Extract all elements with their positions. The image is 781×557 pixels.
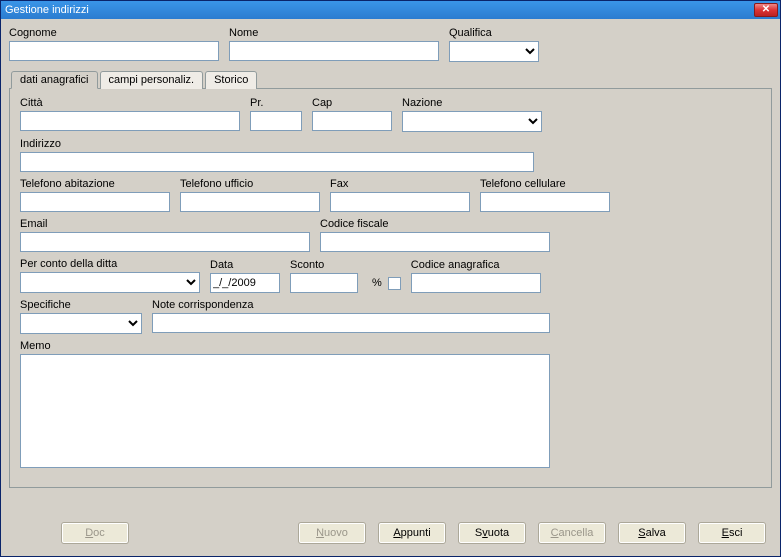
window-title: Gestione indirizzi (5, 4, 754, 16)
tab-dati-anagrafici[interactable]: dati anagrafici (11, 71, 98, 89)
titlebar: Gestione indirizzi ✕ (1, 1, 780, 19)
note-corrispondenza-label: Note corrispondenza (152, 299, 550, 311)
nuovo-button[interactable]: Nuovo (298, 522, 366, 544)
note-corrispondenza-input[interactable] (152, 313, 550, 333)
citta-input[interactable] (20, 111, 240, 131)
memo-label: Memo (20, 340, 550, 352)
data-input[interactable] (210, 273, 280, 293)
specifiche-select[interactable] (20, 313, 142, 334)
cap-label: Cap (312, 97, 392, 109)
codice-anagrafica-label: Codice anagrafica (411, 259, 541, 271)
sconto-percent-label: % (372, 277, 382, 289)
nome-input[interactable] (229, 41, 439, 61)
cognome-label: Cognome (9, 27, 219, 39)
fax-input[interactable] (330, 192, 470, 212)
memo-textarea[interactable] (20, 354, 550, 468)
ditta-select[interactable] (20, 272, 200, 293)
citta-label: Città (20, 97, 240, 109)
client-area: Cognome Nome Qualifica dati anagrafici c… (1, 19, 780, 516)
nazione-label: Nazione (402, 97, 542, 109)
tel-ufficio-input[interactable] (180, 192, 320, 212)
codice-fiscale-label: Codice fiscale (320, 218, 550, 230)
codice-fiscale-input[interactable] (320, 232, 550, 252)
sconto-checkbox[interactable] (388, 277, 401, 290)
tel-ufficio-label: Telefono ufficio (180, 178, 320, 190)
indirizzo-label: Indirizzo (20, 138, 534, 150)
sconto-input[interactable] (290, 273, 358, 293)
esci-button[interactable]: Esci (698, 522, 766, 544)
pr-label: Pr. (250, 97, 302, 109)
tel-cellulare-input[interactable] (480, 192, 610, 212)
data-label: Data (210, 259, 280, 271)
tab-panel-dati: Città Pr. Cap Nazione (9, 88, 772, 488)
tel-abitazione-input[interactable] (20, 192, 170, 212)
indirizzo-input[interactable] (20, 152, 534, 172)
email-label: Email (20, 218, 310, 230)
nome-label: Nome (229, 27, 439, 39)
tab-campi-personaliz[interactable]: campi personaliz. (100, 71, 204, 89)
ditta-label: Per conto della ditta (20, 258, 200, 270)
cap-input[interactable] (312, 111, 392, 131)
codice-anagrafica-input[interactable] (411, 273, 541, 293)
email-input[interactable] (20, 232, 310, 252)
appunti-button[interactable]: Appunti (378, 522, 446, 544)
fax-label: Fax (330, 178, 470, 190)
specifiche-label: Specifiche (20, 299, 142, 311)
tel-cellulare-label: Telefono cellulare (480, 178, 610, 190)
sconto-label: Sconto (290, 259, 358, 271)
nazione-select[interactable] (402, 111, 542, 132)
tel-abitazione-label: Telefono abitazione (20, 178, 170, 190)
main-window: Gestione indirizzi ✕ Cognome Nome Qualif… (0, 0, 781, 557)
salva-button[interactable]: Salva (618, 522, 686, 544)
doc-button[interactable]: Doc (61, 522, 129, 544)
close-button[interactable]: ✕ (754, 3, 778, 17)
cognome-input[interactable] (9, 41, 219, 61)
cancella-button[interactable]: Cancella (538, 522, 606, 544)
qualifica-label: Qualifica (449, 27, 539, 39)
footer-buttons: Doc Nuovo Appunti Svuota Cancella Salva … (1, 516, 780, 556)
qualifica-select[interactable] (449, 41, 539, 62)
tab-storico[interactable]: Storico (205, 71, 257, 89)
svuota-button[interactable]: Svuota (458, 522, 526, 544)
pr-input[interactable] (250, 111, 302, 131)
